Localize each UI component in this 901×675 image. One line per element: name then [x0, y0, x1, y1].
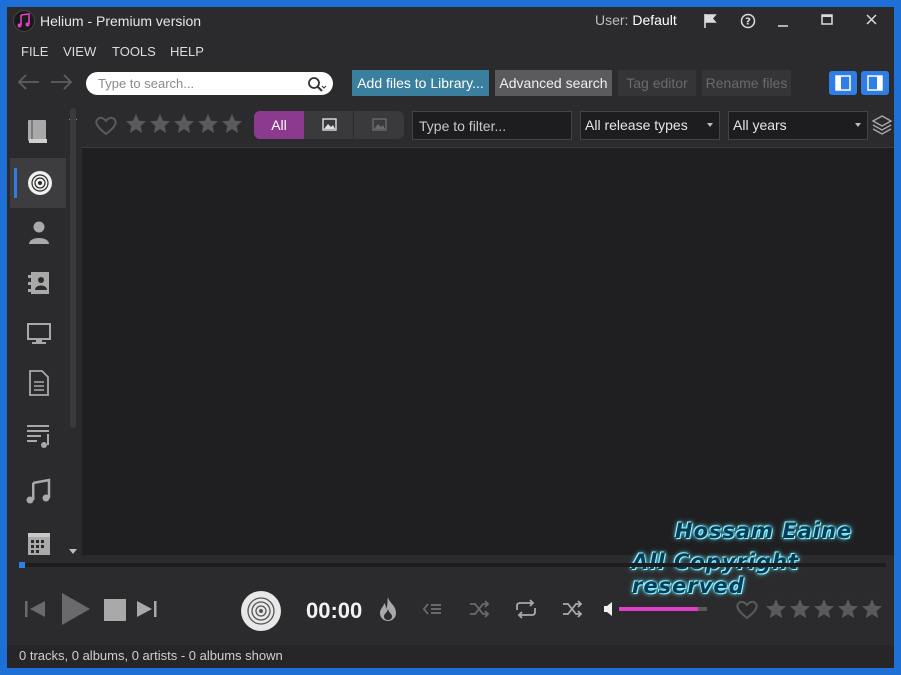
app-window: Helium - Premium version User: Default ?… — [7, 7, 894, 668]
flame-icon[interactable] — [375, 595, 401, 628]
now-playing-disc-icon[interactable] — [240, 590, 282, 637]
layers-icon[interactable] — [871, 113, 893, 144]
rename-files-button[interactable]: Rename files — [702, 70, 791, 96]
help-icon[interactable]: ? — [735, 10, 761, 32]
sidebar-item-tracks[interactable] — [10, 468, 66, 518]
add-files-button[interactable]: Add files to Library... — [352, 70, 489, 96]
forward-arrow-icon[interactable] — [47, 71, 75, 98]
years-value: All years — [733, 117, 787, 133]
disc-icon — [28, 171, 52, 195]
stop-icon[interactable] — [103, 599, 127, 626]
next-track-icon[interactable] — [133, 595, 161, 628]
sidebar — [10, 102, 66, 555]
search-box — [86, 72, 333, 95]
shuffle-icon[interactable] — [466, 597, 492, 626]
play-icon[interactable] — [57, 590, 93, 633]
watermark-line-1: Hossam Eaine — [675, 519, 853, 543]
rating-stars[interactable] — [124, 112, 248, 141]
sidebar-item-library[interactable] — [10, 107, 66, 157]
repeat-icon[interactable] — [512, 597, 540, 626]
sidebar-item-devices[interactable] — [10, 308, 66, 358]
user-indicator[interactable]: User: Default — [595, 12, 677, 28]
years-select[interactable]: All years — [728, 111, 868, 140]
maximize-icon[interactable] — [814, 10, 840, 32]
chevron-down-icon — [855, 123, 861, 127]
player-rating-stars[interactable] — [764, 597, 888, 626]
menu-file[interactable]: FILE — [21, 44, 48, 59]
menu-tools[interactable]: TOOLS — [112, 44, 156, 59]
right-panel-toggle-icon[interactable] — [861, 71, 889, 95]
segment-without-image[interactable] — [354, 111, 404, 139]
menu-view[interactable]: VIEW — [63, 44, 96, 59]
volume-level — [619, 607, 698, 611]
segment-with-image[interactable] — [304, 111, 354, 139]
volume-icon[interactable] — [602, 600, 616, 623]
monitor-icon — [27, 323, 51, 344]
favorite-heart-icon[interactable] — [93, 114, 119, 141]
tag-editor-button[interactable]: Tag editor — [618, 70, 696, 96]
playlist-icon — [27, 425, 49, 448]
filter-input[interactable] — [412, 111, 572, 140]
album-grid[interactable] — [82, 148, 894, 555]
user-prefix: User: — [595, 12, 629, 28]
segment-all[interactable]: All — [254, 111, 304, 139]
person-icon — [29, 221, 49, 244]
active-indicator — [14, 168, 17, 198]
sidebar-scrollbar[interactable] — [70, 108, 76, 428]
window-title: Helium - Premium version — [40, 13, 202, 29]
image-filter-segment: All — [254, 111, 404, 139]
svg-text:?: ? — [745, 17, 751, 28]
image-outline-icon — [372, 118, 387, 131]
sidebar-item-albums[interactable] — [10, 158, 66, 208]
seek-handle[interactable] — [19, 562, 25, 568]
search-icon[interactable] — [306, 75, 328, 98]
chevron-down-icon — [707, 123, 713, 127]
status-text: 0 tracks, 0 albums, 0 artists - 0 albums… — [19, 648, 283, 663]
book-icon — [28, 120, 47, 143]
menu-help[interactable]: HELP — [170, 44, 204, 59]
elapsed-time: 00:00 — [306, 598, 363, 623]
document-icon — [29, 370, 49, 396]
sidebar-item-playlists[interactable] — [10, 408, 66, 458]
scroll-down-icon[interactable] — [69, 542, 77, 560]
sidebar-item-artists[interactable] — [10, 208, 66, 258]
queue-icon[interactable] — [419, 597, 445, 626]
contact-card-icon — [28, 272, 49, 294]
seek-bar[interactable] — [19, 563, 886, 567]
sidebar-item-contacts[interactable] — [10, 258, 66, 308]
app-logo-icon — [13, 10, 35, 32]
sidebar-item-files[interactable] — [10, 358, 66, 408]
image-icon — [322, 118, 337, 131]
shuffle-mode-icon[interactable] — [559, 597, 585, 626]
advanced-search-button[interactable]: Advanced search — [495, 70, 612, 96]
back-arrow-icon[interactable] — [15, 71, 43, 98]
flag-icon[interactable] — [697, 10, 723, 32]
previous-track-icon[interactable] — [21, 595, 49, 628]
music-note-icon — [26, 478, 51, 504]
minimize-icon[interactable] — [770, 10, 796, 32]
player-heart-icon[interactable] — [734, 598, 760, 625]
close-icon[interactable] — [859, 10, 885, 32]
watermark-line-2: All Copyright reserved — [632, 550, 800, 598]
left-panel-toggle-icon[interactable] — [829, 71, 857, 95]
user-name: Default — [632, 12, 677, 28]
search-input[interactable] — [98, 75, 298, 92]
release-type-select[interactable]: All release types — [580, 111, 720, 140]
release-type-value: All release types — [585, 117, 688, 133]
